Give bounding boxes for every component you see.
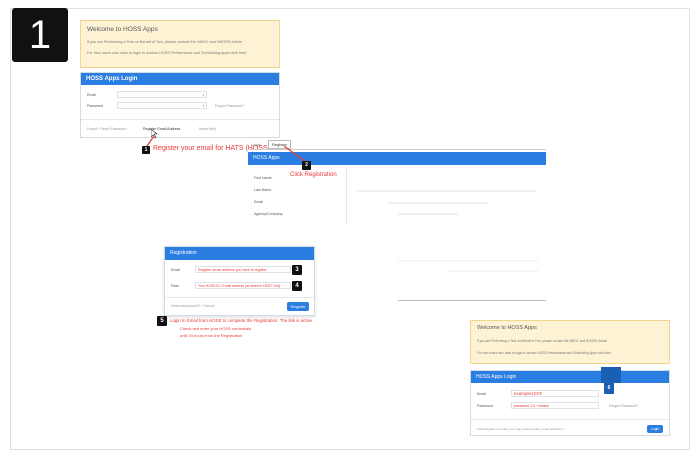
register-bottom-line: [398, 300, 546, 301]
welcome-bottom-line-2: For new users who wish to login to acces…: [477, 351, 611, 355]
email-label: Email: [87, 93, 96, 97]
register-col-divider: [346, 168, 347, 224]
welcome-title: Welcome to HOSS Apps: [87, 26, 158, 33]
login-header-bottom: HOSS Apps Login: [471, 371, 669, 383]
registration-footer-text: Need an Account? / Cancel: [171, 304, 215, 308]
callout-2-text: Click Registration: [290, 172, 337, 178]
register-row-agency: Agency/Company: [254, 212, 283, 216]
login-card: HOSS Apps Login Email ▪ Password ▪ Forgo…: [80, 72, 280, 138]
register-row-stripe: [388, 202, 488, 204]
register-row-last-name: Last Name: [254, 188, 272, 192]
login-card-divider: [81, 119, 279, 120]
callout-3-badge: 3: [292, 265, 302, 275]
registration-header: Registration: [165, 247, 314, 260]
need-help-link[interactable]: Need Help: [199, 127, 216, 131]
registration-email-value: Register email address you wish to regis…: [198, 268, 267, 272]
forgot-password-link-bottom[interactable]: Forgot Password?: [609, 404, 638, 408]
login-page-top: Welcome to HOSS Apps If you are Performi…: [80, 20, 280, 140]
register-email-link[interactable]: Register Email Address: [143, 127, 180, 131]
email-value-bottom: example123!!!: [514, 391, 543, 396]
register-row-stripe: [398, 213, 458, 215]
password-label: Password: [87, 104, 103, 108]
login-card-bottom: HOSS Apps Login Email example123!!! Pass…: [470, 367, 670, 436]
callout-2-badge: 2: [302, 161, 311, 170]
welcome-banner-bottom: Welcome to HOSS Apps If you are Performi…: [470, 320, 670, 364]
register-row-stripe: [398, 260, 538, 262]
callout-4-badge: 4: [292, 281, 302, 291]
email-input-bottom[interactable]: example123!!!: [511, 390, 599, 397]
login-bottom-footer: Click Register to create your login addr…: [477, 427, 564, 431]
email-input-icon: ▪: [203, 93, 205, 97]
email-label-bottom: Email: [477, 392, 486, 396]
callout-6-badge: 6: [604, 382, 614, 394]
welcome-bottom-line-1: If you are Performing a Test on Behalf o…: [477, 339, 608, 343]
registration-divider: [165, 297, 314, 298]
login-header-tab: [601, 367, 621, 383]
login-card-bottom-divider: [471, 419, 669, 420]
welcome-title-bottom: Welcome to HOSS Apps: [477, 325, 537, 331]
register-row-stripe: [448, 270, 538, 272]
welcome-banner: Welcome to HOSS Apps If you are Performi…: [80, 20, 280, 68]
password-input-icon: ▪: [203, 104, 205, 108]
callout-5-line-1: Login to Email from HOSS to complete the…: [170, 318, 313, 323]
login-header: HOSS Apps Login: [81, 73, 279, 85]
callout-5-line-3: until 24 hours from the Registration: [180, 333, 243, 338]
callout-5-badge: 5: [157, 316, 167, 326]
forgot-password-link[interactable]: Forgot Password?: [215, 104, 244, 108]
step-number-badge: 1: [12, 8, 68, 62]
welcome-line-1: If you are Performing a Test on Behalf o…: [87, 40, 242, 44]
registration-pass-label: Pass: [171, 284, 179, 288]
register-row-email: Email: [254, 200, 263, 204]
registration-email-input[interactable]: Register email address you wish to regis…: [195, 266, 291, 273]
registration-register-button[interactable]: Register: [287, 302, 309, 311]
password-input-bottom[interactable]: password 1/1 ! hidden: [511, 402, 599, 409]
password-label-bottom: Password: [477, 404, 493, 408]
login-page-bottom: Welcome to HOSS Apps If you are Performi…: [470, 320, 670, 438]
login-footer-text: Forgot / Reset Password: [87, 127, 127, 131]
tab-login[interactable]: Login: [251, 142, 261, 147]
register-row-first-name: First Name: [254, 176, 272, 180]
callout-5-line-2: Check and enter your HOSS credentials: [180, 326, 252, 331]
registration-pass-value: Your HOSS ID / Email address (as listed …: [198, 284, 281, 288]
email-input[interactable]: [117, 91, 207, 98]
welcome-line-2: For new users who wish to login to acces…: [87, 51, 247, 55]
login-button-bottom[interactable]: Login: [647, 425, 663, 433]
password-input[interactable]: [117, 102, 207, 109]
registration-email-label: Email: [171, 268, 180, 272]
register-row-stripe: [356, 190, 536, 192]
registration-pass-input[interactable]: Your HOSS ID / Email address (as listed …: [195, 282, 291, 289]
password-value-bottom: password 1/1 ! hidden: [514, 404, 550, 408]
callout-1-badge: 1: [142, 146, 150, 154]
